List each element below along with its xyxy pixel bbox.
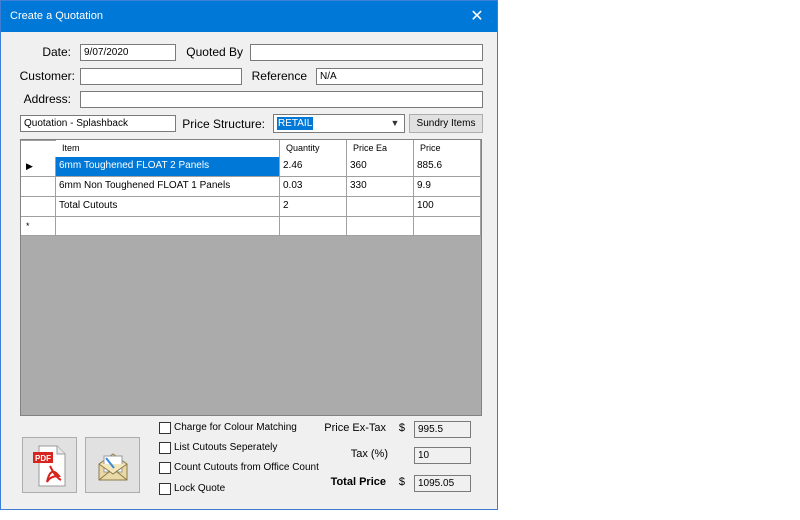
- new-row-indicator[interactable]: *: [21, 217, 56, 236]
- pdf-button[interactable]: PDF: [22, 437, 77, 493]
- column-header-price-ea[interactable]: Price Ea: [347, 140, 414, 158]
- items-grid: Item Quantity Price Ea Price ▶ 6mm Tough…: [20, 139, 482, 416]
- close-icon[interactable]: ✕: [457, 1, 497, 32]
- pdf-badge-text: PDF: [35, 454, 51, 463]
- cell-price-ea[interactable]: 330: [347, 177, 414, 197]
- customer-field[interactable]: [80, 68, 242, 85]
- cell-price[interactable]: 885.6: [414, 157, 481, 177]
- row-indicator[interactable]: [21, 197, 56, 217]
- cell-item[interactable]: [56, 217, 280, 236]
- date-field[interactable]: 9/07/2020: [80, 44, 176, 61]
- quoted-by-field[interactable]: [250, 44, 483, 61]
- pdf-icon: PDF: [33, 445, 66, 487]
- column-header-item[interactable]: Item: [56, 140, 280, 158]
- quotation-name-field[interactable]: Quotation - Splashback: [20, 115, 176, 132]
- email-button[interactable]: [85, 437, 140, 493]
- cell-item[interactable]: 6mm Non Toughened FLOAT 1 Panels: [56, 177, 280, 197]
- cell-quantity[interactable]: [280, 217, 347, 236]
- cell-quantity[interactable]: 2.46: [280, 157, 347, 177]
- price-structure-label: Price Structure:: [182, 117, 265, 131]
- currency-symbol: $: [398, 422, 405, 434]
- cell-quantity[interactable]: 2: [280, 197, 347, 217]
- sundry-items-button[interactable]: Sundry Items: [409, 114, 483, 133]
- cell-price[interactable]: 100: [414, 197, 481, 217]
- envelope-icon: [98, 453, 128, 481]
- price-structure-select[interactable]: RETAIL ▼: [273, 114, 405, 133]
- count-cutouts-checkbox[interactable]: [159, 462, 171, 474]
- column-header-quantity[interactable]: Quantity: [280, 140, 347, 158]
- cell-price-ea[interactable]: [347, 197, 414, 217]
- cell-item[interactable]: Total Cutouts: [56, 197, 280, 217]
- address-label: Address:: [23, 92, 71, 106]
- date-label: Date:: [42, 45, 71, 59]
- currency-symbol: $: [398, 476, 405, 488]
- lock-quote-label: Lock Quote: [174, 483, 226, 494]
- colour-matching-label: Charge for Colour Matching: [174, 422, 297, 433]
- reference-field[interactable]: N/A: [316, 68, 483, 85]
- column-header-price[interactable]: Price: [414, 140, 481, 158]
- cell-item[interactable]: 6mm Toughened FLOAT 2 Panels: [56, 157, 280, 177]
- address-field[interactable]: [80, 91, 483, 108]
- cell-price-ea[interactable]: 360: [347, 157, 414, 177]
- list-cutouts-label: List Cutouts Seperately: [174, 442, 278, 453]
- grid-header: Item Quantity Price Ea Price: [21, 140, 481, 158]
- list-cutouts-checkbox[interactable]: [159, 442, 171, 454]
- quoted-by-label: Quoted By: [186, 45, 243, 59]
- colour-matching-checkbox[interactable]: [159, 422, 171, 434]
- reference-label: Reference: [251, 69, 307, 83]
- cell-price[interactable]: 9.9: [414, 177, 481, 197]
- customer-label: Customer:: [19, 69, 75, 83]
- price-structure-value: RETAIL: [277, 117, 314, 130]
- tax-field[interactable]: 10: [414, 447, 471, 464]
- quotation-window: Create a Quotation ✕ Date: 9/07/2020 Quo…: [0, 0, 498, 510]
- cell-quantity[interactable]: 0.03: [280, 177, 347, 197]
- row-indicator[interactable]: [21, 177, 56, 197]
- grid-corner-header: [21, 140, 56, 141]
- lock-quote-checkbox[interactable]: [159, 483, 171, 495]
- cell-price[interactable]: [414, 217, 481, 236]
- tax-label: Tax (%): [350, 448, 388, 460]
- row-indicator[interactable]: ▶: [21, 157, 56, 177]
- cell-price-ea[interactable]: [347, 217, 414, 236]
- title-bar: Create a Quotation ✕: [1, 1, 497, 32]
- price-ex-tax-field[interactable]: 995.5: [414, 421, 471, 438]
- window-title: Create a Quotation: [10, 10, 103, 22]
- total-price-field[interactable]: 1095.05: [414, 475, 471, 492]
- price-ex-tax-label: Price Ex-Tax: [324, 422, 386, 434]
- count-cutouts-label: Count Cutouts from Office Count: [174, 462, 319, 473]
- chevron-down-icon[interactable]: ▼: [388, 115, 402, 132]
- total-price-label: Total Price: [330, 476, 386, 488]
